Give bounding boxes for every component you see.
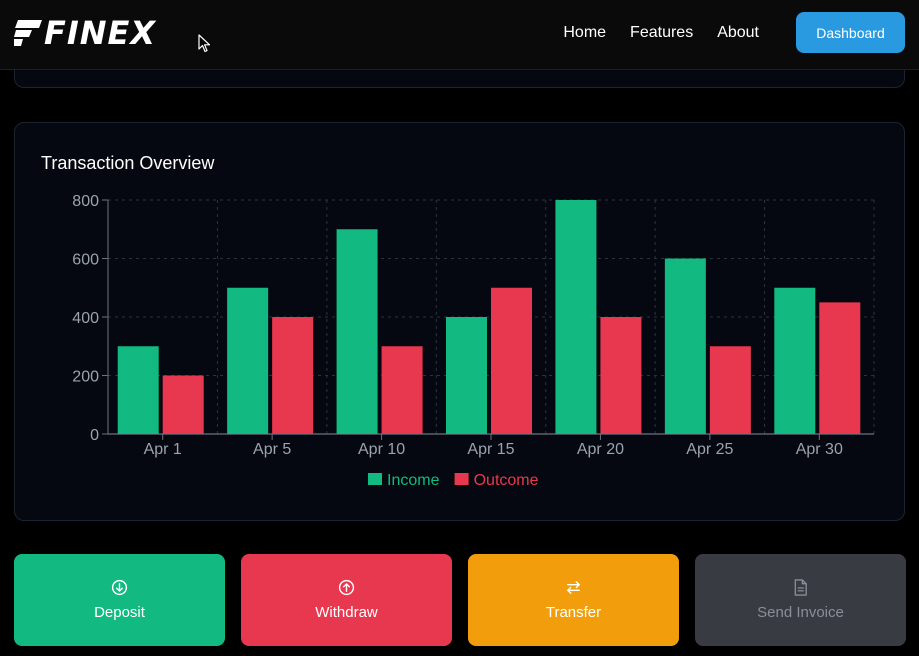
legend-label-income: Income (387, 472, 440, 489)
swap-arrows-icon (565, 579, 582, 596)
nav-links: Home Features About (551, 22, 771, 44)
y-tick-label: 0 (90, 427, 99, 444)
transaction-overview-card: Transaction Overview 0 200 400 600 800 Apr 1A… (14, 122, 905, 521)
transfer-button[interactable]: Transfer (468, 554, 679, 646)
arrow-up-circle-icon (338, 579, 355, 596)
y-tick-label: 400 (72, 310, 99, 327)
bar-income (774, 287, 816, 434)
x-tick-label: Apr 30 (796, 441, 843, 458)
dashboard-button[interactable]: Dashboard (796, 12, 905, 53)
x-tick-label: Apr 10 (358, 441, 405, 458)
bar-outcome (819, 302, 861, 434)
logo-text: FINEX (44, 14, 157, 52)
nav-link-home[interactable]: Home (551, 22, 618, 44)
bar-income (555, 200, 597, 434)
x-tick-label: Apr 1 (144, 441, 182, 458)
x-tick-label: Apr 5 (253, 441, 291, 458)
nav-link-features[interactable]: Features (618, 22, 705, 44)
bar-outcome (381, 346, 423, 434)
bar-income (664, 258, 706, 434)
document-icon (793, 579, 808, 596)
bar-income (446, 317, 487, 434)
transaction-bar-chart: 0 200 400 600 800 Apr 1 Apr 5 Apr 10 Apr 15 Apr 2… (72, 193, 875, 489)
bar-outcome (272, 317, 314, 434)
bar-outcome (709, 346, 751, 434)
navbar: FINEX Home Features About Dashboard (0, 0, 919, 70)
mouse-cursor-icon (198, 34, 211, 53)
logo[interactable]: FINEX (14, 17, 156, 49)
x-tick-label: Apr 20 (577, 441, 624, 458)
x-tick-label: Apr 25 (686, 441, 733, 458)
bar-outcome (162, 375, 204, 434)
y-tick-label: 800 (72, 193, 99, 210)
y-tick-label: 200 (72, 369, 99, 386)
legend-label-outcome: Outcome (474, 472, 539, 489)
x-tick-label: Apr 15 (467, 441, 514, 458)
bar-outcome (491, 287, 532, 434)
y-tick-label: 600 (72, 252, 99, 269)
nav-link-about[interactable]: About (705, 22, 771, 44)
deposit-button[interactable]: Deposit (14, 554, 225, 646)
bar-income (336, 229, 378, 434)
bar-income (227, 287, 269, 434)
send-invoice-button[interactable]: Send Invoice (695, 554, 906, 646)
transfer-label: Transfer (545, 604, 602, 621)
withdraw-button[interactable]: Withdraw (241, 554, 452, 646)
deposit-label: Deposit (94, 604, 145, 621)
legend-swatch-income (368, 473, 382, 485)
bar-outcome (600, 317, 642, 434)
bar-income (117, 346, 159, 434)
send-invoice-label: Send Invoice (757, 604, 844, 621)
withdraw-label: Withdraw (315, 604, 378, 621)
legend-swatch-outcome (454, 473, 469, 485)
logo-mark-icon (14, 20, 42, 46)
arrow-down-circle-icon (111, 579, 128, 596)
